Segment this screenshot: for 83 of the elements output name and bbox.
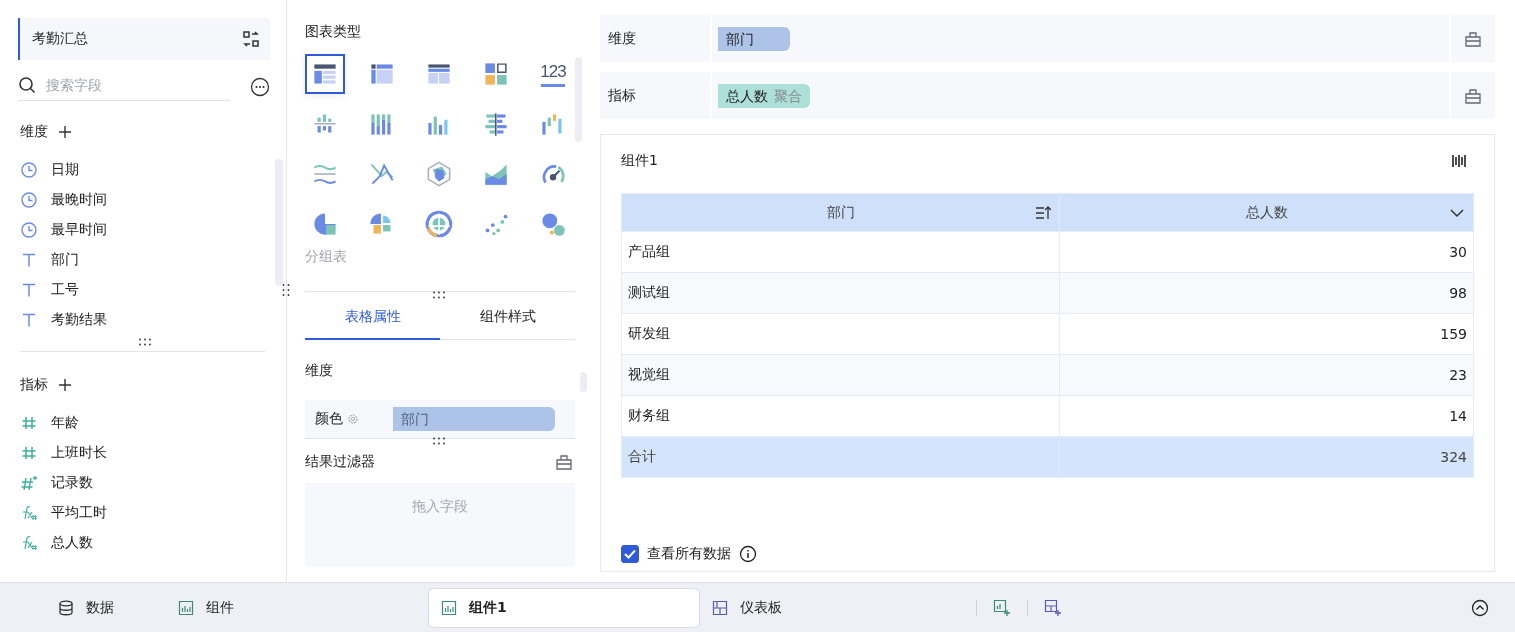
property-label: 颜色 [315,410,343,428]
bottom-tab[interactable]: 仪表板 [712,587,796,628]
section-title: 图表类型 [305,23,362,41]
more-icon[interactable] [250,76,270,97]
field-item[interactable]: 平均工时 [20,498,270,528]
table-cell: 23 [1059,355,1473,395]
add-icon[interactable] [58,378,72,392]
table-cell-text: 财务组 [627,406,671,425]
bottom-tab[interactable]: 数据 [58,587,128,628]
checkbox[interactable] [621,545,639,563]
bottom-tab[interactable]: 组件1 [428,587,700,628]
field-item[interactable]: 上班时长 [20,438,270,468]
toolbox-icon[interactable] [1464,29,1482,48]
field-item[interactable]: 总人数 [20,528,270,558]
property-tab[interactable]: 组件样式 [440,296,575,340]
collapse-icon[interactable] [1471,598,1489,617]
formula-icon [20,504,38,522]
database-icon [58,599,74,616]
scrollbar[interactable] [275,159,283,286]
table-cell-text: 产品组 [627,242,671,261]
clock-icon [20,161,38,179]
group-title: 指标 [20,376,48,394]
text-type-icon [20,281,38,299]
bottom-tab[interactable]: 组件 [178,587,248,628]
section-title: 维度 [305,362,334,380]
field-item[interactable]: 考勤结果 [20,305,270,335]
drag-handle-icon[interactable] [432,437,446,445]
field-item[interactable]: 年龄 [20,408,270,438]
table-cell-text: 视觉组 [627,365,671,384]
field-item[interactable]: 日期 [20,155,270,185]
field-pill[interactable]: 总人数 聚合 [718,83,810,108]
property-tab[interactable]: 表格属性 [305,296,440,340]
toolbox-icon[interactable] [555,453,573,471]
hash-icon [20,444,38,462]
group-title: 维度 [20,123,48,141]
search-icon [18,76,36,94]
section-title: 结果过滤器 [305,453,375,471]
widget-title: 组件1 [621,152,658,170]
add-chart-icon[interactable] [993,598,1011,617]
field-pill[interactable]: 部门 [718,26,790,51]
aggregation-label: 聚合 [774,87,802,104]
field-item[interactable]: 最早时间 [20,215,270,245]
formula-icon [20,534,38,552]
hash-star-icon [20,474,38,492]
dataset-header[interactable]: 考勤汇总 [18,18,270,60]
shelf-label: 指标 [607,86,637,105]
table-cell-text: 研发组 [627,324,671,343]
dashboard-grid-icon [712,599,728,616]
switch-icon[interactable] [242,30,260,48]
text-type-icon [20,251,38,269]
total-cell-text: 合计 [627,447,657,466]
column-header[interactable]: 部门 [622,194,1059,231]
underline-icon [541,83,565,87]
checkbox-label: 查看所有数据 [647,545,731,563]
column-header[interactable]: 总人数 [1059,194,1473,231]
field-pill[interactable]: 部门 [393,407,555,431]
shelf-label: 维度 [607,29,637,48]
hash-icon [20,414,38,432]
drag-handle-icon[interactable] [282,283,290,297]
drag-handle-icon[interactable] [138,338,152,346]
drag-handle-icon[interactable] [432,291,446,299]
field-item[interactable]: 部门 [20,245,270,275]
clock-icon [20,191,38,209]
add-icon[interactable] [58,125,72,139]
total-cell: 324 [1059,437,1473,477]
chart-type-button[interactable] [305,54,345,94]
table-cell-text: 测试组 [627,283,671,302]
info-icon[interactable] [739,545,757,563]
text-type-icon [20,311,38,329]
add-dashboard-icon[interactable] [1044,598,1062,617]
field-item[interactable]: 记录数 [20,468,270,498]
bar-chart-icon [178,599,194,616]
toolbox-icon[interactable] [1464,86,1482,105]
dataset-title: 考勤汇总 [32,30,88,48]
field-item[interactable]: 最晚时间 [20,185,270,215]
field-item[interactable]: 工号 [20,275,270,305]
table-cell: 98 [1059,273,1473,313]
search-field[interactable]: 搜索字段 [44,76,218,94]
sort-icon[interactable] [1035,204,1051,221]
bar-chart-icon [441,599,457,616]
barcode-columns-icon[interactable] [1451,152,1469,170]
clock-icon [20,221,38,239]
chart-type-hint: 分组表 [305,248,348,266]
